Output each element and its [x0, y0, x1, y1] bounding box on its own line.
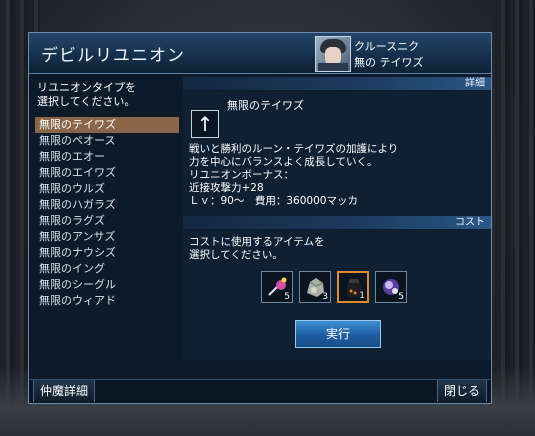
character-portrait — [315, 36, 351, 72]
cost-item-4-qty: 5 — [398, 292, 404, 302]
cost-line-1: コストに使用するアイテムを — [189, 236, 325, 248]
detail-section-header: 詳細 — [183, 77, 491, 90]
list-item-uruz[interactable]: 無限のウルズ — [35, 181, 179, 197]
bonus-title: リユニオンボーナス： — [189, 169, 294, 181]
list-item-laguz[interactable]: 無限のラグズ — [35, 213, 179, 229]
cost-item-1[interactable]: 5 — [261, 271, 293, 303]
list-item-eoh[interactable]: 無限のエオー — [35, 149, 179, 165]
cost-section-header: コスト — [183, 216, 491, 229]
prompt-line-1: リユニオンタイプを — [37, 81, 136, 94]
close-button[interactable]: 閉じる — [436, 380, 487, 402]
cost-description: コストに使用するアイテムを 選択してください。 — [189, 236, 324, 262]
cost-section-label: コスト — [455, 217, 485, 228]
reunion-type-prompt: リユニオンタイプを 選択してください。 — [37, 81, 136, 109]
footer-bar: 仲魔詳細 閉じる — [29, 379, 491, 402]
selected-type-name: 無限のテイワズ — [227, 99, 304, 112]
prompt-line-2: 選択してください。 — [37, 95, 136, 108]
list-item-eiwaz[interactable]: 無限のエイワズ — [35, 165, 179, 181]
cost-item-3-qty: 1 — [359, 291, 365, 301]
detail-section-label: 詳細 — [465, 78, 485, 89]
execute-button[interactable]: 実行 — [295, 320, 381, 348]
type-description: 戦いと勝利のルーン・テイワズの加護により 力を中心にバランスよく成長していく。 … — [189, 143, 485, 208]
titlebar: デビルリユニオン クルースニク 無の テイワズ — [29, 33, 491, 74]
list-item-ing[interactable]: 無限のイング — [35, 261, 179, 277]
description-line-2: 力を中心にバランスよく成長していく。 — [189, 156, 378, 168]
cost-item-3[interactable]: 1 — [337, 271, 369, 303]
level-cost: Ｌｖ：90～ 費用：360000マッカ — [189, 195, 358, 207]
cost-item-2-qty: 3 — [322, 292, 328, 302]
cost-item-4[interactable]: 5 — [375, 271, 407, 303]
list-item-nauthiz[interactable]: 無限のナウシズ — [35, 245, 179, 261]
list-item-hagalaz[interactable]: 無限のハガラズ — [35, 197, 179, 213]
list-item-ansuz[interactable]: 無限のアンサズ — [35, 229, 179, 245]
up-arrow-icon: ↑ — [191, 110, 219, 138]
reunion-type-list: 無限のテイワズ 無限のペオース 無限のエオー 無限のエイワズ 無限のウルズ 無限… — [35, 117, 179, 309]
character-type: 無の テイワズ — [354, 56, 424, 69]
window-title: デビルリユニオン — [41, 46, 185, 66]
cost-item-1-qty: 5 — [284, 292, 290, 302]
cost-item-2[interactable]: 3 — [299, 271, 331, 303]
bonus-value: 近接攻撃力+28 — [189, 182, 264, 194]
description-line-1: 戦いと勝利のルーン・テイワズの加護により — [189, 143, 399, 155]
list-item-teiwaz[interactable]: 無限のテイワズ — [35, 117, 179, 133]
companion-detail-button[interactable]: 仲魔詳細 — [33, 380, 96, 402]
character-name: クルースニク — [354, 40, 420, 53]
cost-line-2: 選択してください。 — [189, 249, 283, 261]
list-item-sigel[interactable]: 無限のシーグル — [35, 277, 179, 293]
devil-reunion-window: デビルリユニオン クルースニク 無の テイワズ リユニオンタイプを 選択してくだ… — [28, 32, 492, 404]
list-item-wyrd[interactable]: 無限のウィアド — [35, 293, 179, 309]
list-item-peorth[interactable]: 無限のペオース — [35, 133, 179, 149]
